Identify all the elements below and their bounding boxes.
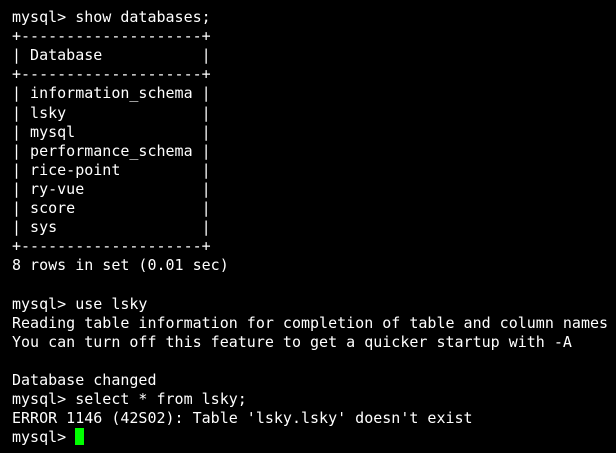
terminal-line: mysql> show databases; xyxy=(12,8,211,26)
table-border-top: +--------------------+ xyxy=(12,27,211,46)
active-prompt-line[interactable]: mysql> xyxy=(12,428,616,447)
info-message: Reading table information for completion… xyxy=(12,313,609,332)
info-message: You can turn off this feature to get a q… xyxy=(12,332,572,351)
table-border-bottom: +--------------------+ xyxy=(12,237,211,256)
table-row: | score | xyxy=(12,199,211,218)
table-row: | performance_schema | xyxy=(12,141,211,160)
table-border-mid: +--------------------+ xyxy=(12,65,211,84)
error-message: ERROR 1146 (42S02): Table 'lsky.lsky' do… xyxy=(12,409,473,428)
terminal-line: mysql> select * from lsky; xyxy=(12,390,247,409)
table-row: | mysql | xyxy=(12,122,211,141)
table-row: | sys | xyxy=(12,218,211,237)
table-row: | rice-point | xyxy=(12,160,211,179)
table-row: | lsky | xyxy=(12,103,211,122)
prompt-label: mysql> xyxy=(12,428,76,447)
terminal-line: mysql> use lsky xyxy=(12,294,148,313)
terminal-window[interactable]: mysql> show databases; +----------------… xyxy=(0,0,616,453)
table-row: | information_schema | xyxy=(12,84,211,103)
status-message: Database changed xyxy=(12,371,157,390)
table-row: | ry-vue | xyxy=(12,179,211,198)
text-cursor xyxy=(75,428,85,446)
table-header: | Database | xyxy=(12,46,211,65)
result-summary: 8 rows in set (0.01 sec) xyxy=(12,256,229,275)
